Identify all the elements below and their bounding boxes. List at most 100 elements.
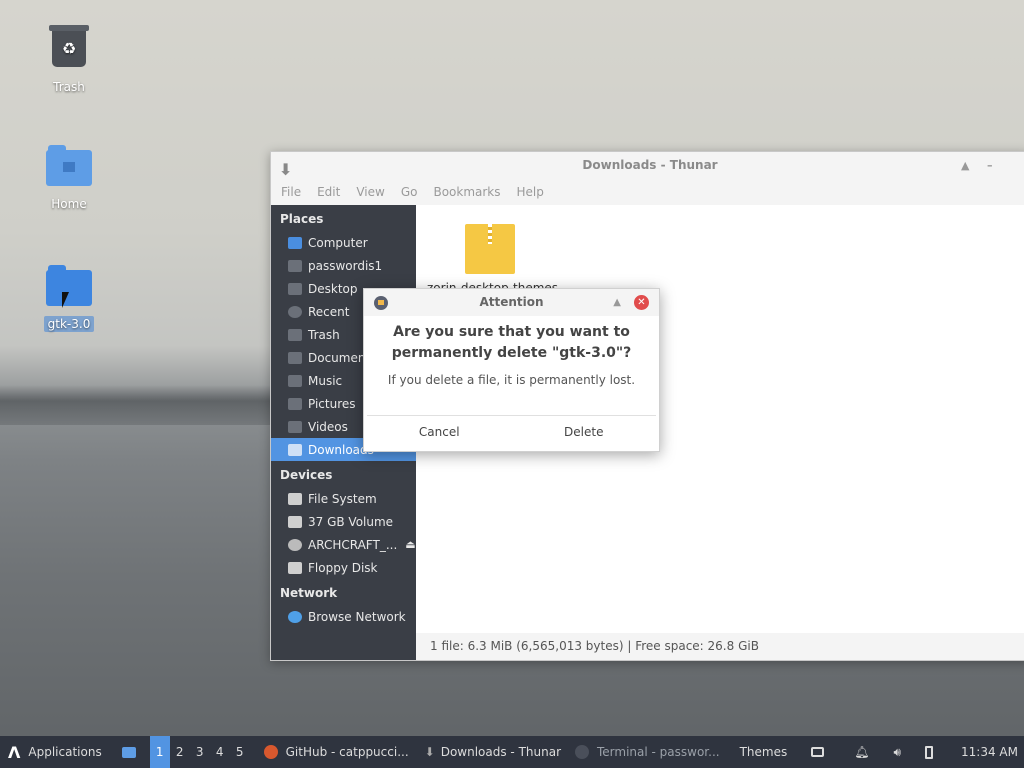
themes-label: Themes <box>739 745 788 759</box>
workspace-4[interactable]: 4 <box>210 736 230 768</box>
volume-button[interactable]: 🔊︎ <box>875 736 907 768</box>
statusbar: 1 file: 6.3 MiB (6,565,013 bytes) | Free… <box>416 633 1024 660</box>
task-label: Downloads - Thunar <box>440 745 561 759</box>
battery-icon <box>925 745 934 759</box>
sidebar-item-label: passwordis1 <box>308 258 383 273</box>
terminal-icon <box>575 745 589 759</box>
bell-icon: 🔔︎ <box>854 745 870 759</box>
clock[interactable]: 11:34 AM <box>939 736 1024 768</box>
desktop-icon <box>288 282 302 295</box>
minimize-icon[interactable]: – <box>987 152 993 179</box>
shade-icon[interactable]: ▲ <box>613 289 621 316</box>
workspace-3[interactable]: 3 <box>190 736 210 768</box>
sidebar-item-label: Recent <box>308 304 350 319</box>
desktop-icon-home[interactable]: Home <box>29 145 109 212</box>
firefox-icon <box>263 745 278 759</box>
download-arrow-icon: ⬇ <box>424 745 435 759</box>
menu-file[interactable]: File <box>281 185 301 199</box>
sidebar-item-label: File System <box>308 491 377 506</box>
archive-file-icon[interactable] <box>465 224 515 274</box>
sidebar-item-floppy[interactable]: Floppy Disk <box>271 556 416 579</box>
folder-icon <box>121 746 136 758</box>
drive-icon <box>288 492 302 505</box>
sidebar-item-label: Desktop <box>308 281 358 296</box>
dialog-message: If you delete a file, it is permanently … <box>387 373 636 387</box>
menu-help[interactable]: Help <box>517 185 544 199</box>
trash-icon: ♻ <box>49 25 89 67</box>
sidebar-item-label: ARCHCRAFT_... <box>308 537 398 552</box>
delete-button[interactable]: Delete <box>512 416 657 448</box>
workspace-1[interactable]: 1 <box>149 736 170 768</box>
window-titlebar[interactable]: ⬇ Downloads - Thunar ▲ – <box>271 152 1024 179</box>
menu-view[interactable]: View <box>356 185 384 199</box>
sidebar-item-file-system[interactable]: File System <box>271 487 416 510</box>
dialog-heading: Are you sure that you want to permanentl… <box>391 324 632 361</box>
desktop-icon-label: gtk-3.0 <box>43 316 95 332</box>
window-title: Downloads - Thunar <box>582 158 718 172</box>
applications-menu-button[interactable]: Λ Applications <box>0 736 108 768</box>
close-icon[interactable]: ✕ <box>634 295 649 310</box>
sidebar-item-archcraft[interactable]: ARCHCRAFT_... ⏏ <box>271 533 416 556</box>
mouse-cursor-icon <box>62 292 76 308</box>
dialog-titlebar[interactable]: Attention ▲ ✕ <box>364 289 659 316</box>
menu-go[interactable]: Go <box>401 185 418 199</box>
menubar: File Edit View Go Bookmarks Help <box>271 179 1024 205</box>
sidebar-item-label: Videos <box>308 419 348 434</box>
battery-button[interactable] <box>907 736 939 768</box>
home-folder-icon <box>46 145 92 186</box>
trash-icon <box>288 328 302 341</box>
archcraft-logo-icon: Λ <box>8 742 21 762</box>
drive-icon <box>288 515 302 528</box>
workspace-2[interactable]: 2 <box>170 736 190 768</box>
desktop-icon-label: Home <box>51 197 87 211</box>
shade-icon[interactable]: ▲ <box>961 152 969 179</box>
sidebar-item-label: Browse Network <box>308 609 406 624</box>
sidebar-item-label: Floppy Disk <box>308 560 378 575</box>
floppy-icon <box>288 561 302 574</box>
document-icon <box>288 351 302 364</box>
themes-button[interactable]: Themes <box>726 736 794 768</box>
download-arrow-icon: ⬇ <box>279 160 293 179</box>
dialog-button-row: Cancel Delete <box>367 415 656 448</box>
desktop-icon-trash[interactable]: ♻ Trash <box>29 25 109 95</box>
desktop-icon-label: Trash <box>53 80 85 94</box>
camera-icon <box>288 397 302 410</box>
sidebar-item-label: Trash <box>308 327 340 342</box>
sidebar-item-label: 37 GB Volume <box>308 514 394 529</box>
taskbar: Λ Applications 1 2 3 4 5 GitHub - catppu… <box>0 736 1024 768</box>
clock-label: 11:34 AM <box>961 745 1018 759</box>
task-github[interactable]: GitHub - catppucci... <box>250 736 415 768</box>
dialog-title: Attention <box>479 295 544 309</box>
menu-bookmarks[interactable]: Bookmarks <box>433 185 500 199</box>
sidebar-item-computer[interactable]: Computer <box>271 231 416 254</box>
home-icon <box>288 259 302 272</box>
file-manager-launcher[interactable] <box>108 736 150 768</box>
display-button[interactable] <box>793 736 830 768</box>
sidebar-item-browse-network[interactable]: Browse Network <box>271 605 416 628</box>
sidebar-item-label: Music <box>308 373 343 388</box>
delete-confirm-dialog: Attention ▲ ✕ Are you sure that you want… <box>363 288 660 452</box>
dialog-app-icon <box>374 296 388 310</box>
applications-label: Applications <box>28 745 102 759</box>
task-terminal[interactable]: Terminal - passwor... <box>567 736 726 768</box>
film-icon <box>288 420 302 433</box>
music-icon <box>288 374 302 387</box>
monitor-icon <box>811 747 825 757</box>
sidebar-item-label: Computer <box>308 235 368 250</box>
clock-icon <box>288 305 302 318</box>
notifications-button[interactable]: 🔔︎ <box>830 736 875 768</box>
sidebar-item-home[interactable]: passwordis1 <box>271 254 416 277</box>
download-arrow-icon <box>288 443 302 456</box>
menu-edit[interactable]: Edit <box>317 185 340 199</box>
globe-icon <box>288 610 302 623</box>
cancel-button[interactable]: Cancel <box>367 416 512 448</box>
optical-disc-icon <box>288 538 302 551</box>
speaker-icon: 🔊︎ <box>893 744 902 759</box>
sidebar-item-37gb-volume[interactable]: 37 GB Volume <box>271 510 416 533</box>
task-thunar[interactable]: ⬇ Downloads - Thunar <box>415 736 567 768</box>
workspace-5[interactable]: 5 <box>230 736 250 768</box>
places-header: Places <box>280 212 324 226</box>
sidebar-item-label: Pictures <box>308 396 356 411</box>
eject-icon[interactable]: ⏏ <box>405 538 415 551</box>
devices-header: Devices <box>280 468 333 482</box>
